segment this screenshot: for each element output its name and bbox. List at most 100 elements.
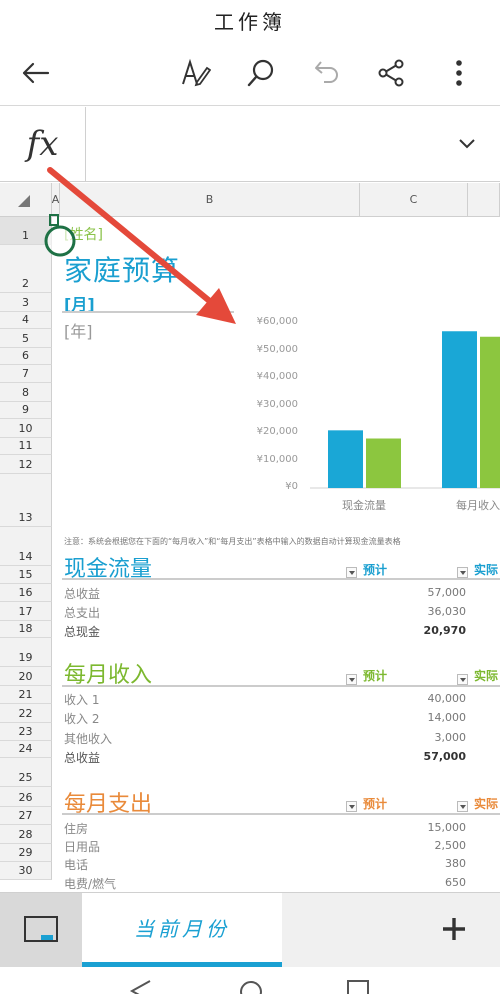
row-header-16[interactable]: 16 bbox=[0, 584, 52, 602]
more-options-icon[interactable] bbox=[436, 50, 482, 96]
row-header-24[interactable]: 24 bbox=[0, 741, 52, 758]
row-header-17[interactable]: 17 bbox=[0, 602, 52, 621]
year-cell[interactable]: [年] bbox=[64, 318, 93, 342]
row-header-26[interactable]: 26 bbox=[0, 787, 52, 807]
x-category-label: 每月收入 bbox=[456, 499, 500, 512]
system-nav-bar bbox=[0, 967, 500, 994]
expense-row-value[interactable]: 2,500 bbox=[435, 839, 467, 852]
row-header-4[interactable]: 4 bbox=[0, 312, 52, 329]
row-header-21[interactable]: 21 bbox=[0, 686, 52, 704]
row-header-6[interactable]: 6 bbox=[0, 348, 52, 365]
row-header-10[interactable]: 10 bbox=[0, 419, 52, 438]
note-text[interactable]: 注意：系统会根据您在下面的“每月收入”和“每月支出”表格中输入的数据自动计算现金… bbox=[64, 536, 401, 547]
row-header-28[interactable]: 28 bbox=[0, 825, 52, 844]
x-category-label: 现金流量 bbox=[342, 499, 386, 512]
selection-handle[interactable] bbox=[40, 211, 80, 259]
income-planned-header[interactable]: 预计 bbox=[363, 667, 387, 684]
sheet-tab-bar: 当前月份 bbox=[0, 892, 500, 967]
row-header-8[interactable]: 8 bbox=[0, 383, 52, 402]
chart-bar bbox=[366, 438, 401, 488]
function-icon[interactable]: fx bbox=[0, 107, 86, 181]
expense-row-value[interactable]: 15,000 bbox=[428, 821, 467, 834]
income-total-value[interactable]: 57,000 bbox=[424, 750, 466, 763]
row-header-3[interactable]: 3 bbox=[0, 293, 52, 312]
row-header-9[interactable]: 9 bbox=[0, 402, 52, 419]
cashflow-row-label[interactable]: 总支出 bbox=[64, 604, 100, 621]
budget-chart[interactable]: ¥60,000 ¥50,000 ¥40,000 ¥30,000 ¥20,000 ¥10,0… bbox=[240, 311, 500, 521]
share-icon[interactable] bbox=[368, 50, 414, 96]
home-nav-icon[interactable] bbox=[238, 979, 264, 994]
chevron-down-icon[interactable] bbox=[454, 131, 480, 157]
income-row-value[interactable]: 14,000 bbox=[428, 711, 467, 724]
row-header-30[interactable]: 30 bbox=[0, 862, 52, 880]
filter-dropdown-icon[interactable] bbox=[346, 674, 357, 685]
row-header-14[interactable]: 14 bbox=[0, 527, 52, 566]
expenses-planned-header[interactable]: 预计 bbox=[363, 795, 387, 812]
cashflow-total-value[interactable]: 20,970 bbox=[424, 624, 466, 637]
income-actual-header[interactable]: 实际 bbox=[474, 667, 498, 684]
row-header-29[interactable]: 29 bbox=[0, 844, 52, 862]
toolbar bbox=[0, 40, 500, 106]
cashflow-row-value[interactable]: 36,030 bbox=[428, 605, 467, 618]
expenses-actual-header[interactable]: 实际 bbox=[474, 795, 498, 812]
chart-bar bbox=[480, 336, 500, 488]
chart-plot bbox=[310, 331, 500, 489]
cashflow-row-label[interactable]: 总收益 bbox=[64, 585, 100, 602]
expense-row-value[interactable]: 650 bbox=[445, 876, 466, 889]
cashflow-row-value[interactable]: 57,000 bbox=[428, 586, 467, 599]
expense-row-value[interactable]: 380 bbox=[445, 857, 466, 870]
income-row-value[interactable]: 3,000 bbox=[435, 731, 467, 744]
tab-current-month[interactable]: 当前月份 bbox=[82, 893, 282, 967]
row-header-12[interactable]: 12 bbox=[0, 455, 52, 474]
formula-bar: fx bbox=[0, 107, 500, 182]
row-header-5[interactable]: 5 bbox=[0, 329, 52, 348]
row-header-7[interactable]: 7 bbox=[0, 365, 52, 383]
row-header-13[interactable]: 13 bbox=[0, 474, 52, 527]
filter-dropdown-icon[interactable] bbox=[346, 801, 357, 812]
row-header-18[interactable]: 18 bbox=[0, 621, 52, 638]
sheet-list-icon[interactable] bbox=[0, 893, 82, 967]
search-icon[interactable] bbox=[238, 50, 284, 96]
recents-nav-icon[interactable] bbox=[346, 979, 370, 994]
budget-title[interactable]: 家庭预算 bbox=[64, 249, 180, 289]
back-nav-icon[interactable] bbox=[128, 979, 152, 994]
formula-input[interactable] bbox=[96, 131, 436, 157]
cashflow-actual-header[interactable]: 实际 bbox=[474, 561, 498, 578]
row-header-23[interactable]: 23 bbox=[0, 723, 52, 741]
income-row-label[interactable]: 收入 2 bbox=[64, 710, 99, 727]
row-header-19[interactable]: 19 bbox=[0, 638, 52, 667]
back-icon[interactable] bbox=[12, 50, 58, 96]
add-sheet-icon[interactable] bbox=[434, 909, 474, 949]
expense-row-label[interactable]: 日用品 bbox=[64, 838, 100, 855]
cashflow-total-label[interactable]: 总现金 bbox=[64, 623, 100, 640]
filter-dropdown-icon[interactable] bbox=[457, 567, 468, 578]
column-header-d[interactable] bbox=[468, 183, 500, 217]
divider bbox=[62, 311, 234, 313]
expense-row-label[interactable]: 住房 bbox=[64, 820, 88, 837]
row-header-22[interactable]: 22 bbox=[0, 704, 52, 723]
expense-row-label[interactable]: 电话 bbox=[64, 856, 88, 873]
column-header-b[interactable]: B bbox=[60, 183, 360, 217]
filter-dropdown-icon[interactable] bbox=[346, 567, 357, 578]
filter-dropdown-icon[interactable] bbox=[457, 674, 468, 685]
income-total-label[interactable]: 总收益 bbox=[64, 749, 100, 766]
income-row-label[interactable]: 收入 1 bbox=[64, 691, 99, 708]
row-header-27[interactable]: 27 bbox=[0, 807, 52, 825]
divider bbox=[62, 578, 500, 580]
row-header-25[interactable]: 25 bbox=[0, 758, 52, 787]
row-header-20[interactable]: 20 bbox=[0, 667, 52, 686]
row-header-15[interactable]: 15 bbox=[0, 566, 52, 584]
income-row-value[interactable]: 40,000 bbox=[428, 692, 467, 705]
title-bar: 工作簿 bbox=[0, 0, 500, 40]
row-header-11[interactable]: 11 bbox=[0, 438, 52, 455]
column-header-c[interactable]: C bbox=[360, 183, 468, 217]
income-row-label[interactable]: 其他收入 bbox=[64, 730, 112, 747]
spreadsheet-grid[interactable]: A B C 1 2 3 4 5 6 7 8 9 10 11 12 13 14 15 16 17 18 19 20 21 2… bbox=[0, 183, 500, 892]
chart-bar bbox=[442, 331, 477, 488]
undo-icon[interactable] bbox=[304, 50, 350, 96]
edit-format-icon[interactable] bbox=[172, 50, 218, 96]
expense-row-label[interactable]: 电费/燃气 bbox=[64, 875, 116, 892]
divider bbox=[62, 813, 500, 815]
filter-dropdown-icon[interactable] bbox=[457, 801, 468, 812]
cashflow-planned-header[interactable]: 预计 bbox=[363, 561, 387, 578]
